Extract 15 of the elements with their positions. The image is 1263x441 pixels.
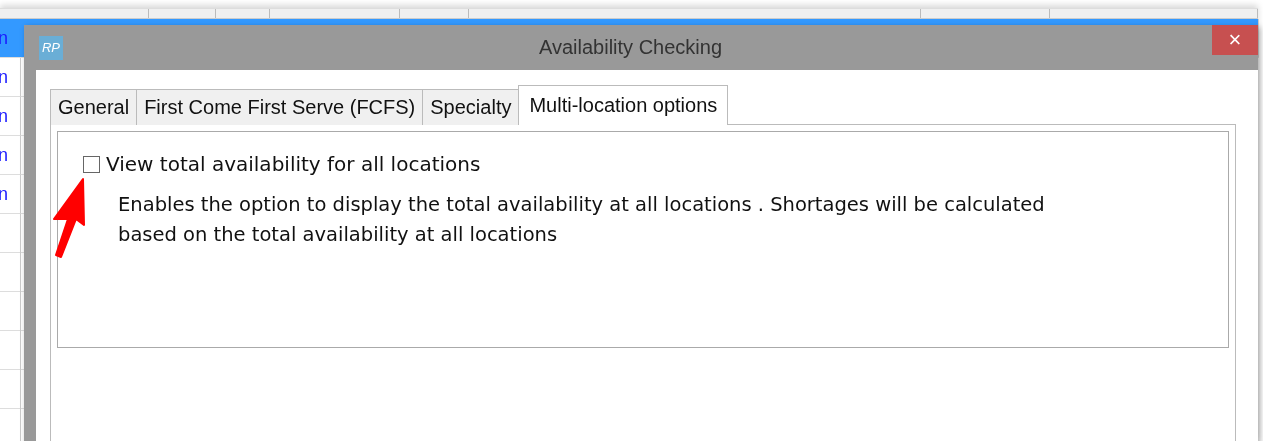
option-description: Enables the option to display the total availability at all locations . Shortages will be calculated based on the total availability at all locations [118, 192, 1046, 248]
checkbox-label: View total availability for all locations [106, 152, 481, 176]
table-cell: n [0, 27, 8, 49]
close-button[interactable]: × [1212, 25, 1258, 55]
window-title: Availability Checking [538, 36, 723, 59]
table-cell: n [0, 105, 8, 127]
tab[interactable]: Specialty [422, 89, 520, 125]
app-icon: RP [39, 35, 63, 60]
tab[interactable]: Multi-location options [518, 85, 729, 125]
table-cell: n [0, 183, 8, 205]
tab[interactable]: General [50, 89, 138, 125]
table-cell: n [0, 144, 8, 166]
tab[interactable]: First Come First Serve (FCFS) [136, 89, 424, 125]
table-cell: n [0, 66, 8, 88]
checkbox[interactable] [83, 155, 100, 173]
